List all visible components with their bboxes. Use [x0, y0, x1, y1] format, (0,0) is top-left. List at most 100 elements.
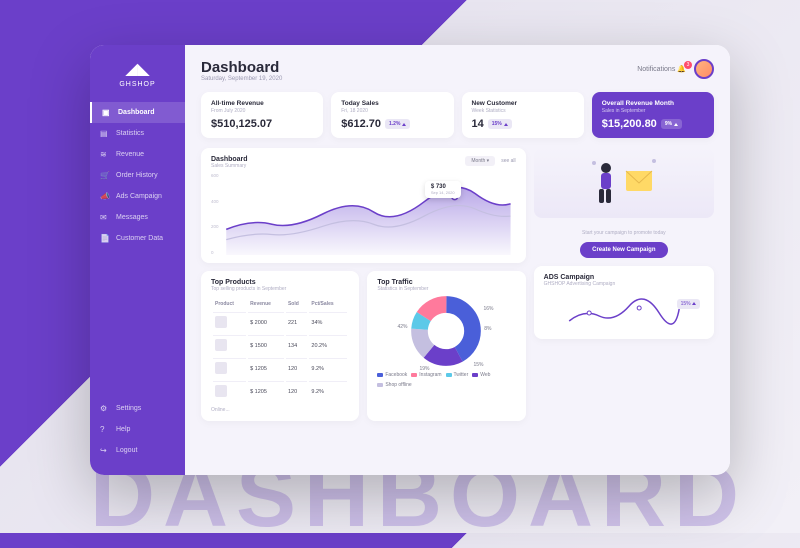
sales-chart-panel: Dashboard Sales Summary Month ▾ see all …	[201, 148, 526, 263]
y-tick: 200	[211, 224, 219, 229]
top-products-panel: Top Products Top selling products in Sep…	[201, 271, 359, 421]
cell-revenue: $ 1205	[248, 358, 284, 379]
panel-subtitle: Top selling products in September	[211, 286, 349, 292]
product-thumb	[215, 362, 227, 374]
nav-label: Dashboard	[118, 109, 155, 116]
nav-logout[interactable]: ↪Logout	[90, 440, 185, 461]
cell-revenue: $ 2000	[248, 312, 284, 333]
change-text: 9%	[665, 121, 672, 127]
message-icon: ✉	[100, 213, 110, 222]
nav-label: Settings	[116, 405, 141, 412]
pie-label: 15%	[473, 362, 483, 368]
notifications-count: 3	[684, 61, 692, 69]
product-thumb	[215, 316, 227, 328]
document-icon: 📄	[100, 234, 110, 243]
ads-line-chart: 15%	[544, 291, 704, 331]
see-all-link[interactable]: see all	[501, 158, 515, 164]
cell-sold: 221	[286, 312, 307, 333]
page-title: Dashboard	[201, 59, 282, 76]
legend-swatch	[411, 373, 417, 377]
campaign-subtitle: Start your campaign to promote today	[534, 230, 714, 236]
products-table: Product Revenue Sold Pct/Sales $ 2000221…	[211, 296, 349, 404]
nav-settings[interactable]: ⚙Settings	[90, 398, 185, 419]
product-thumb	[215, 339, 227, 351]
change-text: 15%	[492, 121, 502, 127]
nav-label: Ads Campaign	[116, 193, 162, 200]
table-row[interactable]: $ 12051209.2%	[213, 381, 347, 402]
card-subtitle: Sales in September	[602, 108, 704, 114]
brand-name: GHSHOP	[90, 81, 185, 88]
ads-change-badge: 15%	[677, 299, 700, 309]
change-badge: 15%	[488, 119, 512, 129]
card-title: All-time Revenue	[211, 100, 313, 107]
pie-legend: Facebook Instagram Twitter Web Shop offl…	[377, 372, 515, 388]
card-value: 14 15%	[472, 118, 574, 130]
stat-cards-row: All-time Revenue From July 2020 $510,125…	[201, 92, 714, 138]
cart-icon: 🛒	[100, 171, 110, 180]
card-all-time-revenue: All-time Revenue From July 2020 $510,125…	[201, 92, 323, 138]
card-title: Overall Revenue Month	[602, 100, 704, 107]
sidebar: ◢◣ GHSHOP ▣Dashboard ▤Statistics ≋Revenu…	[90, 45, 185, 475]
cell-pct: 20.2%	[309, 335, 347, 356]
card-overall-revenue: Overall Revenue Month Sales in September…	[592, 92, 714, 138]
statistics-icon: ▤	[100, 129, 110, 138]
campaign-cta-block: Start your campaign to promote today Cre…	[534, 226, 714, 258]
avatar[interactable]	[694, 59, 714, 79]
table-footer: Online...	[211, 407, 349, 413]
panel-title: Top Traffic	[377, 279, 515, 286]
period-dropdown[interactable]: Month ▾	[465, 156, 495, 166]
nav-order-history[interactable]: 🛒 Order History	[90, 165, 185, 186]
nav-dashboard[interactable]: ▣Dashboard	[90, 102, 185, 123]
card-subtitle: Fri, 18 2020	[341, 108, 443, 114]
legend-item: Instagram	[411, 372, 441, 378]
megaphone-icon: 📣	[100, 192, 110, 201]
legend-label: Web	[480, 372, 490, 378]
card-value-text: 14	[472, 118, 484, 130]
legend-item: Web	[472, 372, 490, 378]
create-campaign-button[interactable]: Create New Campaign	[580, 242, 667, 258]
legend-item: Shop offline	[377, 382, 411, 388]
legend-swatch	[377, 383, 383, 387]
col-product: Product	[213, 298, 246, 310]
change-badge: 9%	[661, 119, 682, 129]
card-value: $612.701.2%	[341, 118, 443, 130]
nav-label: Help	[116, 426, 130, 433]
y-axis: 600 400 200 0	[211, 173, 219, 255]
col-pct: Pct/Sales	[309, 298, 347, 310]
pie-label: 42%	[397, 324, 407, 330]
table-row[interactable]: $ 200022134%	[213, 312, 347, 333]
legend-label: Twitter	[454, 372, 469, 378]
sales-area-chart: 600 400 200 0 $ 7	[211, 173, 516, 255]
nav-revenue[interactable]: ≋Revenue	[90, 144, 185, 165]
notifications-button[interactable]: Notifications 🔔 3	[637, 65, 686, 73]
arrow-up-icon	[504, 123, 508, 126]
change-text: 1.2%	[389, 121, 400, 127]
nav-messages[interactable]: ✉ Messages	[90, 207, 185, 228]
change-text: 15%	[681, 301, 691, 307]
nav-statistics[interactable]: ▤Statistics	[90, 123, 185, 144]
legend-item: Twitter	[446, 372, 469, 378]
cell-sold: 120	[286, 358, 307, 379]
nav-ads-campaign[interactable]: 📣 Ads Campaign	[90, 186, 185, 207]
nav-help[interactable]: ?Help	[90, 419, 185, 440]
nav-label: Customer Data	[116, 235, 163, 242]
arrow-up-icon	[674, 123, 678, 126]
nav-label: Revenue	[116, 151, 144, 158]
change-badge: 1.2%	[385, 119, 410, 129]
panel-title: Dashboard	[211, 156, 248, 163]
card-today-sales: Today Sales Fri, 18 2020 $612.701.2%	[331, 92, 453, 138]
card-subtitle: Week Statistics	[472, 108, 574, 114]
cell-pct: 9.2%	[309, 358, 347, 379]
card-value: $15,200.809%	[602, 118, 704, 130]
table-row[interactable]: $ 12051209.2%	[213, 358, 347, 379]
cell-sold: 120	[286, 381, 307, 402]
product-thumb	[215, 385, 227, 397]
nav-customer-data[interactable]: 📄 Customer Data	[90, 228, 185, 249]
nav-label: Order History	[116, 172, 158, 179]
nav-label: Messages	[116, 214, 148, 221]
brand-logo[interactable]: ◢◣ GHSHOP	[90, 59, 185, 88]
table-row[interactable]: $ 150013420.2%	[213, 335, 347, 356]
col-sold: Sold	[286, 298, 307, 310]
nav-bottom: ⚙Settings ?Help ↪Logout	[90, 398, 185, 461]
y-tick: 600	[211, 173, 219, 178]
